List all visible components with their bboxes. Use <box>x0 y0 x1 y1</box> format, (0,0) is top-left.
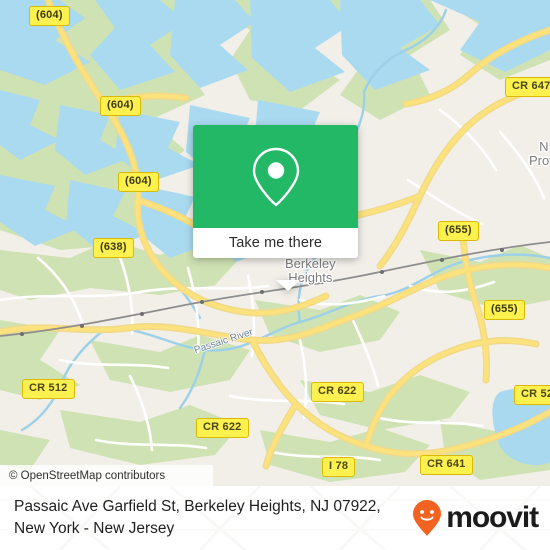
popup-icon-area <box>193 125 358 228</box>
popup-cta-area[interactable]: Take me there <box>193 228 358 258</box>
road-shield: (604) <box>100 96 141 116</box>
road-shield: CR 512 <box>22 379 75 399</box>
road-shield: CR 647 <box>505 77 550 97</box>
road-shield: (655) <box>438 221 479 241</box>
place-label-line2: Provi <box>529 152 550 168</box>
road-shield: CR 622 <box>311 382 364 402</box>
moovit-pin-smiley-icon <box>413 500 442 536</box>
take-me-there-button[interactable]: Take me there <box>229 235 322 251</box>
road-shield: (638) <box>93 238 134 258</box>
map-canvas[interactable]: (604) (604) (604) (638) CR 647 (655) (65… <box>0 0 550 486</box>
footer-address: Passaic Ave Garfield St, Berkeley Height… <box>14 496 381 540</box>
footer-address-line1: Passaic Ave Garfield St, Berkeley Height… <box>14 498 381 515</box>
place-label-line1: Berkeley <box>285 256 336 271</box>
map-popup-card[interactable]: Take me there <box>193 125 358 291</box>
road-shield: (655) <box>484 300 525 320</box>
road-shield: (604) <box>29 6 70 26</box>
road-shield: I 78 <box>322 457 356 477</box>
road-shield: (604) <box>118 172 159 192</box>
map-pin-icon <box>252 147 299 207</box>
footer-address-line2: New York - New Jersey <box>14 520 175 537</box>
road-shield: CR 641 <box>420 455 473 475</box>
footer-bar: Passaic Ave Garfield St, Berkeley Height… <box>0 486 550 550</box>
attribution-text[interactable]: © OpenStreetMap contributors <box>0 470 165 482</box>
map-attribution[interactable]: © OpenStreetMap contributors <box>0 465 213 486</box>
place-label-new-providence: N Provi <box>529 140 550 167</box>
moovit-logo[interactable]: moovit <box>412 499 539 537</box>
popup-tail <box>276 280 300 291</box>
place-label-line1: N <box>539 139 549 154</box>
moovit-map-screen: (604) (604) (604) (638) CR 647 (655) (65… <box>0 0 550 550</box>
moovit-wordmark: moovit <box>446 501 539 534</box>
road-shield: CR 622 <box>196 418 249 438</box>
road-shield: CR 527 <box>514 385 550 405</box>
